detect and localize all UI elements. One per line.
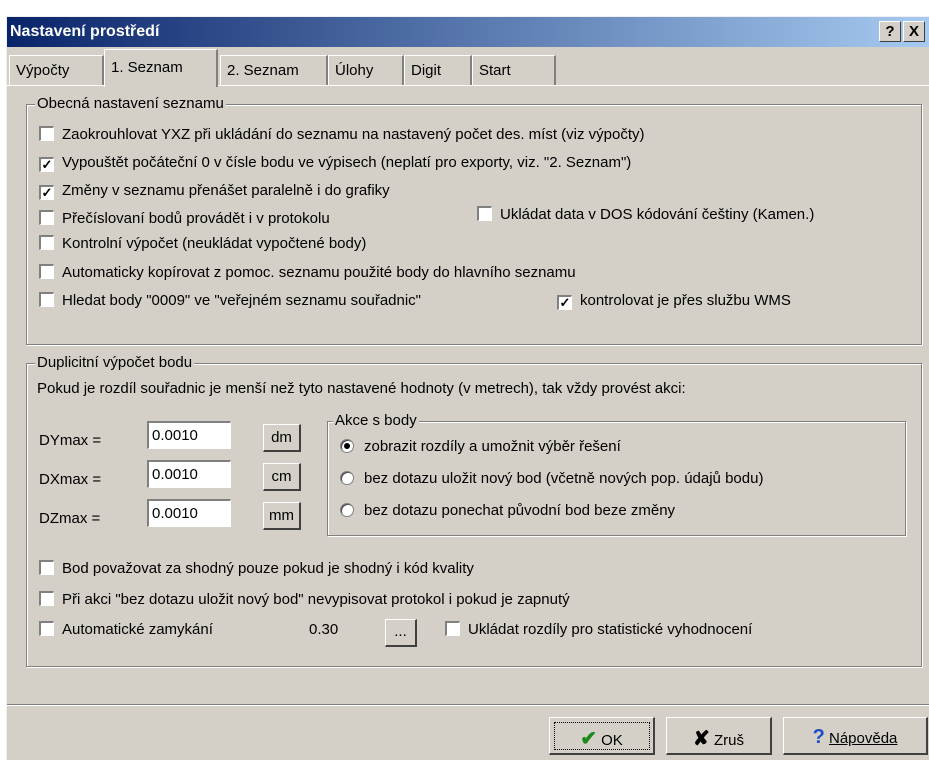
radio-label: zobrazit rozdíly a umožnit výběr řešení <box>364 438 621 455</box>
checkbox-box[interactable] <box>477 206 492 221</box>
dymax-unit-button[interactable]: dm <box>263 424 301 452</box>
checkmark-icon[interactable]: ✓ <box>39 185 54 200</box>
control-calc-checkbox[interactable]: Kontrolní výpočet (neukládat vypočtené b… <box>39 235 366 257</box>
radio-save-new[interactable]: bez dotazu uložit nový bod (včetně novýc… <box>340 470 763 492</box>
group-legend: Duplicitní výpočet bodu <box>35 354 195 371</box>
autolock-checkbox[interactable]: Automatické zamykání <box>39 621 213 643</box>
omit-zero-checkbox[interactable]: ✓ Vypouštět počáteční 0 v čísle bodu ve v… <box>39 154 631 176</box>
general-settings-group: Obecná nastavení seznamu Zaokrouhlovat Y… <box>26 95 922 345</box>
duplicate-intro: Pokud je rozdíl souřadnic je menší než t… <box>37 380 686 397</box>
dzmax-unit-button[interactable]: mm <box>263 502 301 530</box>
autolock-browse-button[interactable]: ... <box>385 619 417 647</box>
tab-label: Výpočty <box>16 62 70 79</box>
checkbox-label: Ukládat rozdíly pro statistické vyhodnoc… <box>468 621 753 638</box>
question-icon: ? <box>812 726 825 748</box>
tab-label: 2. Seznam <box>227 62 299 79</box>
checkbox-label: Bod považovat za shodný pouze pokud je s… <box>62 560 474 577</box>
checkbox-box[interactable] <box>39 126 54 141</box>
checkbox-box[interactable] <box>39 210 54 225</box>
checkmark-icon: ✔ <box>580 728 597 750</box>
checkbox-box[interactable] <box>39 560 54 575</box>
checkbox-label: Zaokrouhlovat YXZ při ukládání do seznam… <box>62 126 645 143</box>
cancel-label: Zruš <box>713 732 744 749</box>
autolock-value: 0.30 <box>309 621 339 638</box>
checkbox-label: kontrolovat je přes službu WMS <box>580 292 791 309</box>
radio-show-diff[interactable]: zobrazit rozdíly a umožnit výběr řešení <box>340 438 621 460</box>
title-bar: Nastavení prostředí ? X <box>7 17 929 47</box>
close-icon[interactable]: X <box>903 21 925 42</box>
group-legend: Akce s body <box>333 412 419 429</box>
checkbox-label: Kontrolní výpočet (neukládat vypočtené b… <box>62 235 367 252</box>
checkbox-label: Automatické zamykání <box>62 621 213 638</box>
dxmax-input[interactable]: 0.0010 <box>147 460 231 488</box>
tab-seznam-2[interactable]: 2. Seznam <box>220 55 328 85</box>
no-protocol-checkbox[interactable]: Při akci "bez dotazu uložit nový bod" ne… <box>39 591 570 613</box>
tab-label: Start <box>479 62 511 79</box>
cross-icon: ✘ <box>693 728 710 750</box>
tab-seznam-1[interactable]: 1. Seznam <box>104 49 218 87</box>
checkbox-box[interactable] <box>39 235 54 250</box>
tab-ulohy[interactable]: Úlohy <box>328 55 404 85</box>
quality-checkbox[interactable]: Bod považovat za shodný pouze pokud je s… <box>39 560 474 582</box>
checkbox-label: Vypouštět počáteční 0 v čísle bodu ve vý… <box>62 154 632 171</box>
help-title-button[interactable]: ? <box>879 21 901 42</box>
window-title: Nastavení prostředí <box>10 23 160 40</box>
autocopy-checkbox[interactable]: Automaticky kopírovat z pomoc. seznamu p… <box>39 264 576 286</box>
actions-group: Akce s body zobrazit rozdíly a umožnit v… <box>327 412 906 536</box>
checkbox-box[interactable] <box>39 621 54 636</box>
cancel-button[interactable]: ✘ Zruš <box>666 717 772 755</box>
checkbox-label: Změny v seznamu přenášet paralelně i do … <box>62 182 390 199</box>
radio-dot <box>344 443 350 449</box>
parallel-checkbox[interactable]: ✓ Změny v seznamu přenášet paralelně i do… <box>39 182 390 204</box>
tab-label: 1. Seznam <box>111 59 183 76</box>
checkbox-box[interactable] <box>39 591 54 606</box>
dymax-input[interactable]: 0.0010 <box>147 421 231 449</box>
stats-checkbox[interactable]: Ukládat rozdíly pro statistické vyhodnoc… <box>445 621 752 643</box>
tab-start[interactable]: Start <box>472 55 556 85</box>
checkbox-label: Hledat body "0009" ve "veřejném seznamu … <box>62 292 421 309</box>
radio-button[interactable] <box>340 503 354 517</box>
tab-vypocty[interactable]: Výpočty <box>9 55 104 85</box>
group-legend: Obecná nastavení seznamu <box>35 95 226 112</box>
renumber-checkbox[interactable]: Přečíslovaní bodů provádět i v protokolu <box>39 210 330 232</box>
checkbox-label: Automaticky kopírovat z pomoc. seznamu p… <box>62 264 576 281</box>
tab-label: Digit <box>411 62 442 79</box>
dos-encoding-checkbox[interactable]: Ukládat data v DOS kódování češtiny (Kam… <box>477 206 814 228</box>
duplicate-group: Duplicitní výpočet bodu Pokud je rozdíl … <box>26 354 922 667</box>
checkbox-box[interactable] <box>445 621 460 636</box>
footer-separator <box>7 704 929 706</box>
radio-label: bez dotazu uložit nový bod (včetně novýc… <box>364 470 764 487</box>
radio-keep-old[interactable]: bez dotazu ponechat původní bod beze změ… <box>340 502 675 524</box>
dxmax-unit-button[interactable]: cm <box>263 463 301 491</box>
checkbox-label: Ukládat data v DOS kódování češtiny (Kam… <box>500 206 815 223</box>
dymax-label: DYmax = <box>39 432 102 449</box>
ok-label: OK <box>601 732 623 749</box>
radio-label: bez dotazu ponechat původní bod beze změ… <box>364 502 676 519</box>
radio-button[interactable] <box>340 439 354 453</box>
help-label: Nápověda <box>829 730 898 747</box>
dzmax-input[interactable]: 0.0010 <box>147 499 231 527</box>
tab-digit[interactable]: Digit <box>404 55 472 85</box>
checkbox-box[interactable] <box>39 292 54 307</box>
dzmax-label: DZmax = <box>39 510 101 527</box>
checkbox-label: Přečíslovaní bodů provádět i v protokolu <box>62 210 330 227</box>
help-button[interactable]: ? Nápověda <box>783 717 928 755</box>
checkbox-box[interactable] <box>39 264 54 279</box>
checkmark-icon[interactable]: ✓ <box>557 295 572 310</box>
tab-panel: Obecná nastavení seznamu Zaokrouhlovat Y… <box>7 85 929 705</box>
dxmax-label: DXmax = <box>39 471 102 488</box>
checkmark-icon[interactable]: ✓ <box>39 157 54 172</box>
search-public-checkbox[interactable]: Hledat body "0009" ve "veřejném seznamu … <box>39 292 421 314</box>
checkbox-label: Při akci "bez dotazu uložit nový bod" ne… <box>62 591 570 608</box>
tab-label: Úlohy <box>335 62 374 79</box>
settings-dialog: Nastavení prostředí ? X Výpočty 1. Sezna… <box>6 16 929 760</box>
radio-button[interactable] <box>340 471 354 485</box>
ok-button[interactable]: ✔ OK <box>549 717 655 755</box>
wms-checkbox[interactable]: ✓ kontrolovat je přes službu WMS <box>557 292 791 314</box>
round-checkbox[interactable]: Zaokrouhlovat YXZ při ukládání do seznam… <box>39 126 645 148</box>
